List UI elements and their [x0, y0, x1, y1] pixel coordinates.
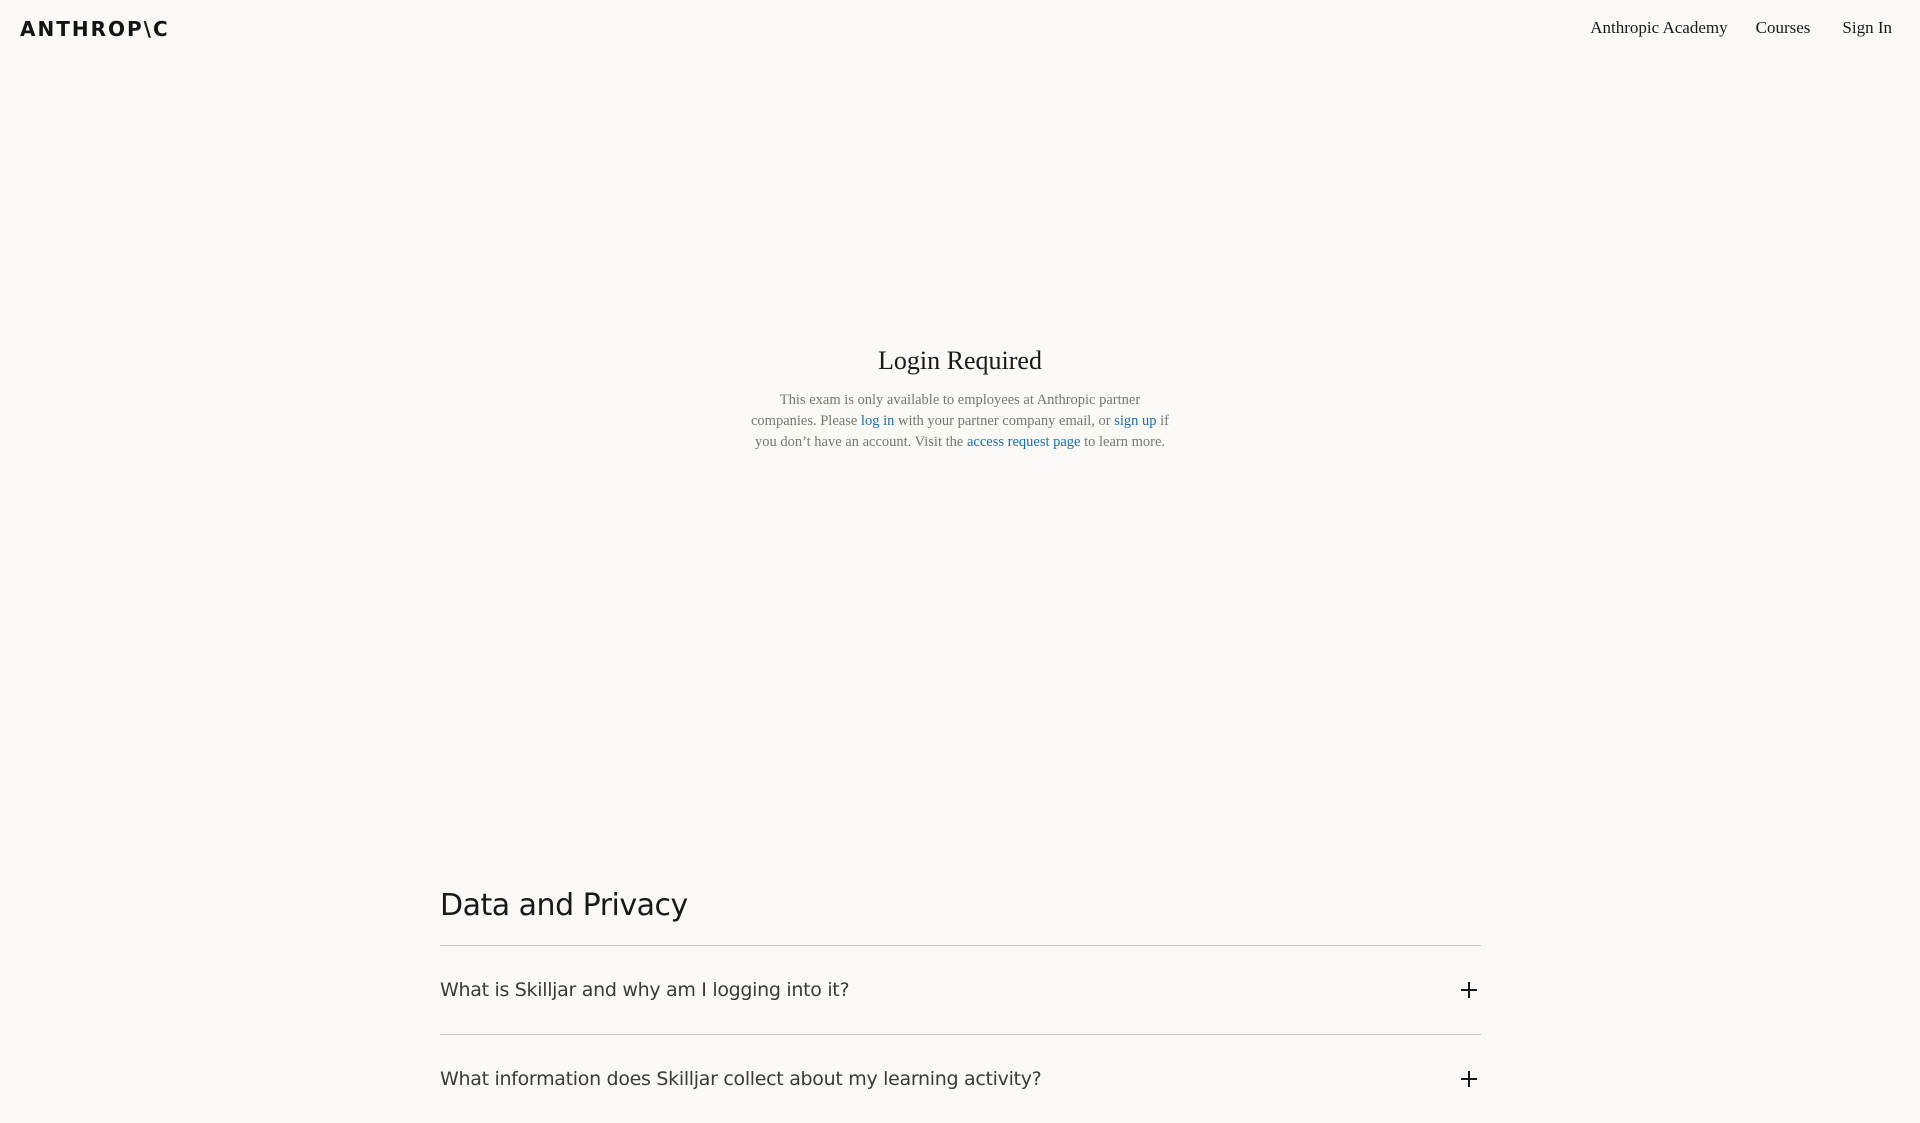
faq-question: What is Skilljar and why am I logging in… [440, 979, 850, 1001]
log-in-link[interactable]: log in [861, 413, 894, 429]
faq-question: What information does Skilljar collect a… [440, 1068, 1042, 1090]
data-and-privacy-section: Data and Privacy What is Skilljar and wh… [440, 888, 1481, 1123]
site-header: ANTHROP\C Anthropic Academy Courses Sign… [0, 0, 1920, 60]
data-and-privacy-title: Data and Privacy [440, 888, 688, 923]
anthropic-logo[interactable]: ANTHROP\C [20, 17, 170, 41]
login-required-panel: Login Required This exam is only availab… [0, 346, 1920, 453]
nav-courses[interactable]: Courses [1756, 18, 1811, 38]
sign-up-link[interactable]: sign up [1114, 413, 1156, 429]
faq-item-skilljar[interactable]: What is Skilljar and why am I logging in… [440, 945, 1481, 1034]
top-nav: Anthropic Academy Courses Sign In [1590, 18, 1892, 38]
access-request-link[interactable]: access request page [967, 434, 1081, 450]
plus-icon[interactable] [1461, 982, 1477, 998]
plus-icon[interactable] [1461, 1071, 1477, 1087]
nav-sign-in[interactable]: Sign In [1842, 18, 1892, 38]
login-text-part-2: with your partner company email, or [894, 413, 1115, 429]
login-required-title: Login Required [878, 346, 1042, 375]
login-text-part-4: to learn more. [1080, 434, 1166, 450]
login-required-message: This exam is only available to employees… [750, 390, 1170, 453]
faq-item-information-collected[interactable]: What information does Skilljar collect a… [440, 1034, 1481, 1123]
nav-anthropic-academy[interactable]: Anthropic Academy [1590, 18, 1727, 38]
